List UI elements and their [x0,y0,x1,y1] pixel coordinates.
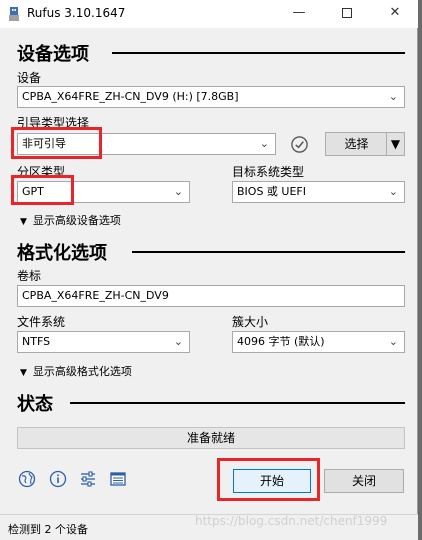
maximize-icon [342,7,352,18]
section-divider [112,52,405,54]
close-window-button[interactable]: ✕ [372,0,418,28]
target-system-label: 目标系统类型 [232,165,305,179]
filesystem-label: 文件系统 [17,315,66,329]
cluster-size-select[interactable]: 4096 字节 (默认) ⌄ [232,331,405,353]
select-dropdown-button[interactable]: ▼ [386,132,405,156]
device-label: 设备 [17,71,42,85]
minimize-button[interactable]: — [276,0,322,28]
select-image-button[interactable]: 选择 [325,132,388,156]
title-bar: Rufus 3.10.1647 — ✕ [0,0,418,28]
device-section-title: 设备选项 [17,44,89,65]
globe-icon[interactable] [18,470,36,488]
section-divider [70,402,405,404]
cluster-size-label: 簇大小 [232,315,269,329]
rufus-window: Rufus 3.10.1647 — ✕ 设备选项 设备 CPBA_X64FRE_… [0,0,418,540]
window-title: Rufus 3.10.1647 [27,6,126,20]
cluster-size-value: 4096 字节 (默认) [237,335,325,348]
highlight-partition [11,175,74,205]
chevron-down-icon: ⌄ [259,137,269,150]
advanced-format-toggle[interactable]: ▼ 显示高级格式化选项 [20,363,132,379]
watermark-text: https://blog.csdn.net/chenf1999 [195,514,388,528]
chevron-down-icon: ⌄ [388,335,398,348]
chevron-down-icon: ⌄ [173,335,183,348]
volume-label-input[interactable]: CPBA_X64FRE_ZH-CN_DV9 [17,285,405,307]
advanced-format-label: 显示高级格式化选项 [32,365,132,378]
chevron-down-icon: ⌄ [388,185,398,198]
chevron-down-icon: ▼ [20,368,27,378]
close-button[interactable]: 关闭 [324,469,404,493]
info-icon[interactable] [49,470,67,488]
volume-label: 卷标 [17,269,42,283]
settings-icon[interactable] [79,470,97,488]
highlight-boot-type [11,127,102,159]
status-section-title: 状态 [17,394,53,415]
maximize-button[interactable] [324,0,370,28]
advanced-device-toggle[interactable]: ▼ 显示高级设备选项 [20,212,121,228]
checksum-check-icon[interactable] [290,135,309,154]
usb-drive-icon [9,7,19,21]
filesystem-value: NTFS [22,335,51,348]
advanced-device-label: 显示高级设备选项 [32,214,121,227]
section-divider [132,251,405,253]
device-value: CPBA_X64FRE_ZH-CN_DV9 (H:) [7.8GB] [22,90,239,103]
device-select[interactable]: CPBA_X64FRE_ZH-CN_DV9 (H:) [7.8GB] ⌄ [17,86,405,108]
highlight-start [217,458,320,501]
chevron-down-icon: ⌄ [388,90,398,103]
chevron-down-icon: ▼ [20,217,27,227]
log-icon[interactable] [109,470,127,488]
chevron-down-icon: ⌄ [173,185,183,198]
dropdown-arrow-icon: ▼ [390,137,401,151]
device-count-text: 检测到 2 个设备 [8,523,88,536]
filesystem-select[interactable]: NTFS ⌄ [17,331,190,353]
status-progress-bar: 准备就绪 [17,427,405,449]
target-system-value: BIOS 或 UEFI [237,185,306,198]
target-system-select[interactable]: BIOS 或 UEFI ⌄ [232,181,405,203]
format-section-title: 格式化选项 [17,243,107,264]
